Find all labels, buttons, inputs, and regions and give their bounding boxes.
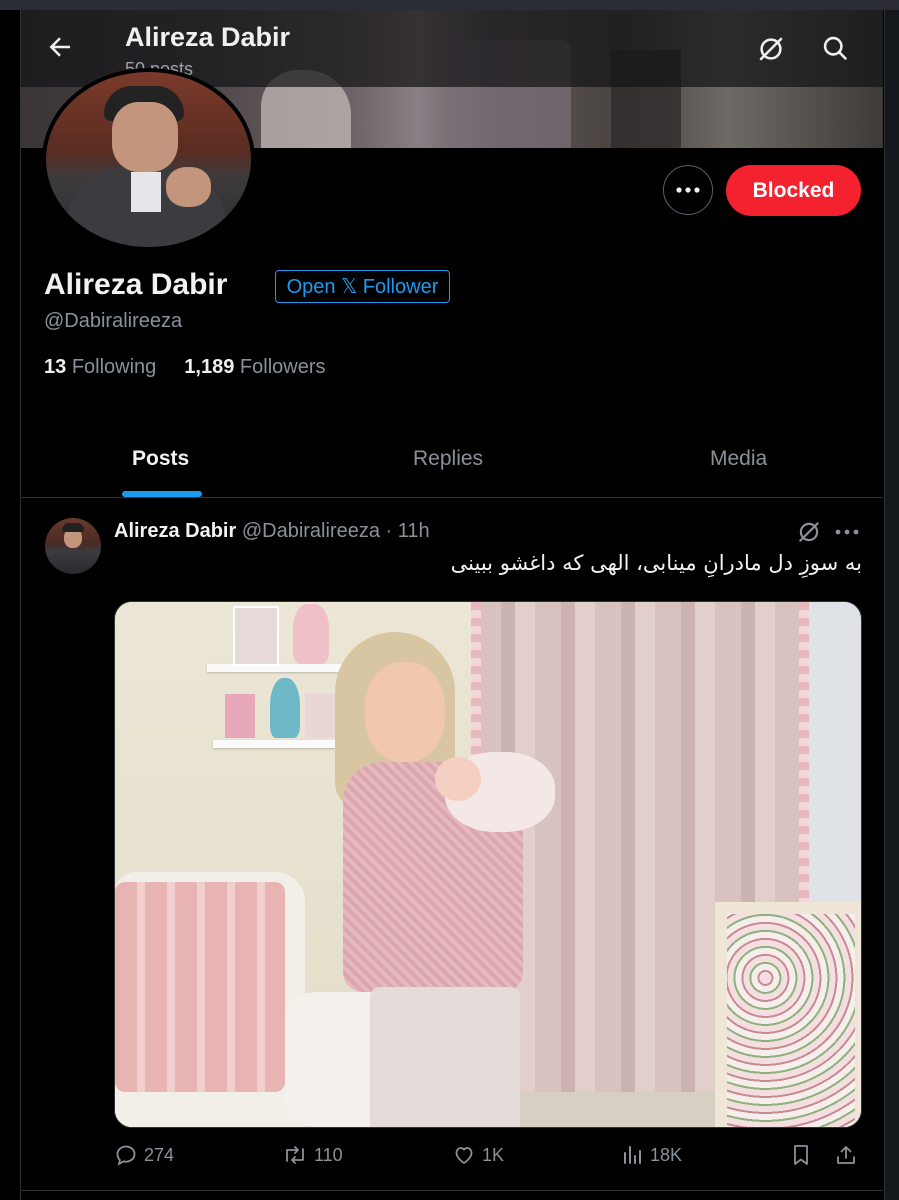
post-author-name[interactable]: Alireza Dabir xyxy=(114,520,236,542)
tab-posts[interactable]: Posts xyxy=(132,447,189,471)
post-avatar[interactable] xyxy=(45,518,101,574)
profile-more-button[interactable] xyxy=(663,165,713,215)
post-timestamp[interactable]: 11h xyxy=(398,520,430,542)
following-link[interactable]: 13 Following xyxy=(44,356,156,378)
post-divider xyxy=(21,1190,883,1191)
post-text: به سوزِ دل مادرانِ مینابی، الهی که داغشو… xyxy=(450,551,862,575)
repost-button[interactable]: 110 xyxy=(282,1143,343,1167)
like-button[interactable]: 1K xyxy=(452,1143,504,1167)
reply-count: 274 xyxy=(144,1144,175,1165)
repost-icon xyxy=(286,1146,304,1164)
following-count: 13 xyxy=(44,356,67,378)
like-count: 1K xyxy=(482,1144,505,1165)
post-image[interactable] xyxy=(114,601,862,1128)
post-meta-separator: · xyxy=(385,520,393,542)
bookmark-icon xyxy=(794,1145,808,1165)
post-action-bar: 274 110 1K 18K xyxy=(114,1143,864,1177)
post-author-handle[interactable]: @Dabiralireeza xyxy=(242,520,380,542)
reply-icon xyxy=(116,1145,136,1166)
window-top-strip xyxy=(0,0,899,10)
open-follower-badge[interactable]: Open 𝕏 Follower xyxy=(275,270,450,303)
profile-avatar[interactable] xyxy=(42,68,255,251)
followers-link[interactable]: 1,189 Followers xyxy=(184,356,325,378)
blocked-button[interactable]: Blocked xyxy=(726,165,861,216)
follow-stats: 13 Following 1,189 Followers xyxy=(44,356,326,379)
share-button[interactable] xyxy=(834,1143,858,1167)
bookmark-button[interactable] xyxy=(790,1143,812,1167)
header-title: Alireza Dabir xyxy=(125,22,291,52)
more-icon xyxy=(676,187,700,193)
profile-name: Alireza Dabir xyxy=(44,268,228,301)
tab-replies[interactable]: Replies xyxy=(413,447,483,471)
grok-icon[interactable] xyxy=(796,519,822,545)
post-header: Alireza Dabir @Dabiralireeza · 11h xyxy=(114,520,430,543)
back-arrow-icon[interactable] xyxy=(45,32,75,62)
grok-icon[interactable] xyxy=(756,34,786,64)
reply-button[interactable]: 274 xyxy=(114,1143,174,1167)
like-icon xyxy=(455,1147,473,1164)
views-icon xyxy=(624,1146,641,1164)
views-button[interactable]: 18K xyxy=(620,1143,682,1167)
search-icon[interactable] xyxy=(821,34,849,62)
tab-media[interactable]: Media xyxy=(710,447,767,471)
followers-label: Followers xyxy=(239,356,326,378)
post-more-icon[interactable] xyxy=(834,521,860,543)
followers-count: 1,189 xyxy=(184,356,235,378)
repost-count: 110 xyxy=(314,1144,343,1165)
share-icon xyxy=(837,1146,855,1164)
scroll-gutter[interactable] xyxy=(885,10,899,1200)
tabs-divider xyxy=(21,497,883,498)
views-count: 18K xyxy=(650,1144,683,1165)
profile-handle: @Dabiralireeza xyxy=(44,310,183,332)
following-label: Following xyxy=(71,356,157,378)
